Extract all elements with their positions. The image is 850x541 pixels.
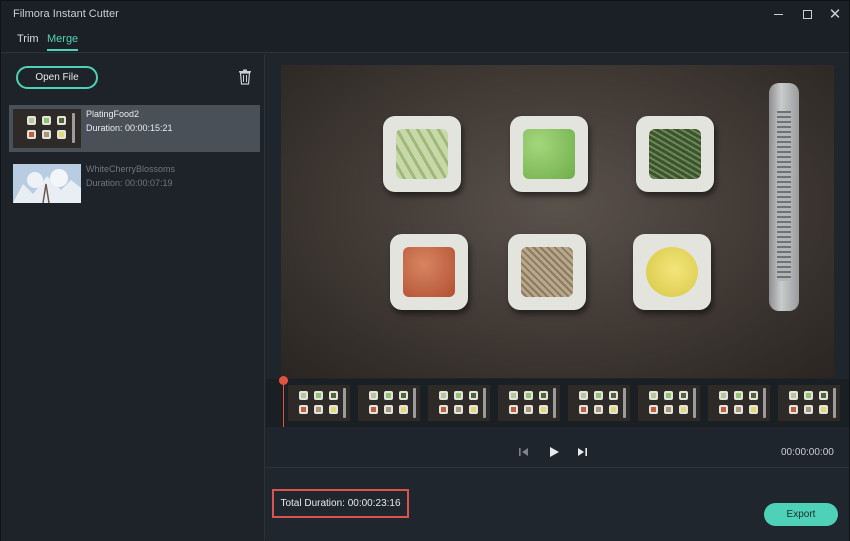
maximize-icon: [802, 9, 812, 19]
file-item[interactable]: PlatingFood2 Duration: 00:00:15:21: [9, 105, 260, 152]
grater-teeth: [777, 111, 791, 281]
app-window: Filmora Instant Cutter ✕ Trim Merge Open…: [0, 0, 850, 541]
file-duration: Duration: 00:00:15:21: [86, 123, 173, 133]
preview-background: [281, 65, 834, 378]
file-duration: Duration: 00:00:07:19: [86, 178, 173, 188]
food-lemon: [646, 247, 698, 297]
bowl-lemon: [633, 234, 711, 310]
export-button[interactable]: Export: [764, 503, 838, 526]
timeline-frames: [288, 385, 840, 421]
food-cucumber: [396, 129, 448, 179]
play-icon[interactable]: [547, 446, 561, 458]
title-bar: Filmora Instant Cutter ✕: [1, 1, 849, 28]
bowl-tomato: [390, 234, 468, 310]
file-item[interactable]: WhiteCherryBlossoms Duration: 00:00:07:1…: [9, 160, 260, 207]
timecode-display: 00:00:00:00: [781, 447, 834, 458]
next-frame-icon[interactable]: [575, 446, 589, 458]
playhead-handle[interactable]: [279, 376, 288, 385]
minimize-icon: [773, 13, 783, 15]
food-peas: [523, 129, 575, 179]
video-preview: [281, 65, 834, 378]
timeline-strip[interactable]: [266, 379, 849, 427]
total-duration-label: Total Duration: 00:00:23:16: [272, 489, 409, 518]
tab-trim[interactable]: Trim: [17, 33, 39, 49]
close-button[interactable]: ✕: [824, 5, 846, 23]
file-list-panel: Open File PlatingFood2 Duration: 00:00:1…: [1, 54, 265, 541]
food-nuts: [521, 247, 573, 297]
thumbnail: [13, 109, 81, 148]
maximize-button[interactable]: [796, 5, 818, 23]
minimize-button[interactable]: [767, 5, 789, 23]
playhead-line: [283, 379, 284, 427]
tab-bar: Trim Merge: [1, 28, 849, 53]
bowl-herbs: [636, 116, 714, 192]
bowl-peas: [510, 116, 588, 192]
food-tomato: [403, 247, 455, 297]
file-name: WhiteCherryBlossoms: [86, 164, 176, 174]
thumbnail: [13, 164, 81, 203]
bowl-cucumber: [383, 116, 461, 192]
app-title: Filmora Instant Cutter: [13, 8, 119, 20]
close-icon: ✕: [828, 6, 842, 23]
prev-frame-icon[interactable]: [517, 446, 531, 458]
trash-icon[interactable]: [238, 69, 252, 85]
grater: [769, 83, 799, 311]
tab-merge[interactable]: Merge: [47, 33, 79, 51]
file-name: PlatingFood2: [86, 109, 140, 119]
open-file-button[interactable]: Open File: [16, 66, 98, 89]
bowl-nuts: [508, 234, 586, 310]
food-herbs: [649, 129, 701, 179]
